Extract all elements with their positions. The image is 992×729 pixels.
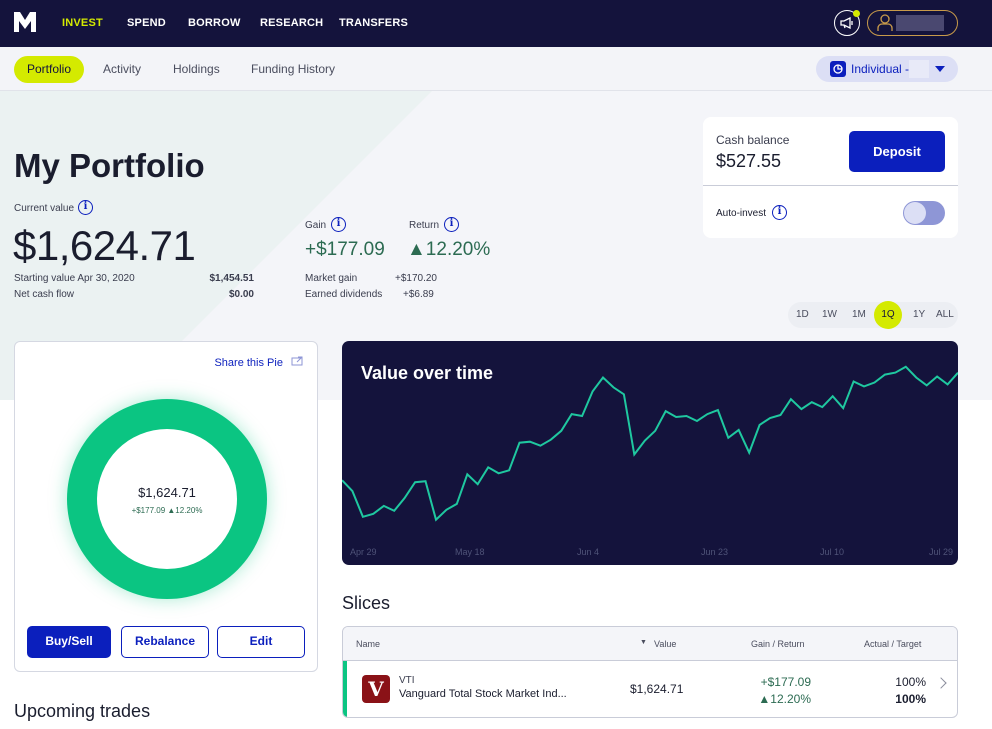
share-pie-label: Share this Pie (214, 357, 283, 369)
column-actual-target[interactable]: Actual / Target (864, 639, 921, 649)
share-pie-link[interactable]: Share this Pie (214, 356, 303, 369)
x-tick-label: Jun 23 (701, 547, 728, 557)
pie-center: $1,624.71 +$177.09 ▲12.20% (97, 429, 237, 569)
market-gain-value: +$170.20 (395, 273, 437, 284)
slice-value: $1,624.71 (630, 682, 684, 696)
sort-desc-icon: ▼ (640, 639, 647, 646)
x-tick-label: Jul 29 (929, 547, 953, 557)
range-all[interactable]: ALL (936, 309, 954, 320)
market-gain-label: Market gain (305, 273, 358, 284)
pie-center-value: $1,624.71 (138, 485, 196, 500)
slices-title: Slices (342, 593, 391, 613)
profile-button[interactable] (867, 10, 958, 36)
megaphone-icon (840, 17, 853, 29)
info-icon[interactable]: i (444, 217, 459, 232)
cash-balance-label: Cash balance (716, 133, 790, 147)
earned-dividends-value: +$6.89 (403, 289, 434, 300)
range-1q[interactable]: 1Q (874, 301, 902, 329)
buy-sell-button[interactable]: Buy/Sell (27, 626, 111, 658)
info-icon[interactable]: i (331, 217, 346, 232)
notification-dot (853, 10, 860, 17)
nav-spend[interactable]: SPEND (127, 17, 166, 29)
sub-navigation: Portfolio Activity Holdings Funding Hist… (0, 47, 992, 91)
share-icon (291, 356, 303, 366)
value-line (342, 365, 958, 522)
edit-button[interactable]: Edit (217, 626, 305, 658)
current-value-label: Current value (14, 203, 75, 214)
slice-return: ▲12.20% (758, 692, 811, 706)
column-name[interactable]: Name (356, 639, 380, 649)
return-value: ▲12.20% (407, 239, 491, 260)
chevron-right-icon[interactable] (935, 677, 947, 689)
x-tick-label: Jul 10 (820, 547, 844, 557)
upcoming-trades-title: Upcoming trades (14, 701, 151, 721)
tab-funding-history[interactable]: Funding History (238, 56, 348, 83)
tab-activity[interactable]: Activity (90, 56, 154, 83)
redacted-account-number (909, 60, 929, 78)
pie-card: Share this Pie $1,624.71 +$177.09 ▲12.20… (14, 341, 318, 672)
auto-invest-label: Auto-invest (716, 208, 767, 219)
current-value: $1,624.71 (13, 222, 196, 269)
x-tick-label: Apr 29 (350, 547, 377, 557)
slice-name: Vanguard Total Stock Market Ind... (399, 688, 567, 700)
gain-label: Gain (305, 220, 327, 231)
return-label: Return (409, 220, 440, 231)
x-tick-label: Jun 4 (577, 547, 599, 557)
starting-value: $1,454.51 (209, 273, 255, 284)
pie-center-gain: +$177.09 ▲12.20% (131, 506, 203, 515)
pie-account-icon (830, 61, 846, 77)
tab-holdings[interactable]: Holdings (160, 56, 233, 83)
range-1m[interactable]: 1M (852, 309, 866, 320)
account-selector[interactable]: Individual - (816, 56, 958, 82)
nav-borrow[interactable]: BORROW (188, 17, 241, 29)
deposit-button[interactable]: Deposit (849, 131, 945, 172)
auto-invest-toggle[interactable] (903, 201, 945, 225)
nav-research[interactable]: RESEARCH (260, 17, 323, 29)
slice-ticker: VTI (399, 675, 415, 686)
info-icon[interactable]: i (772, 205, 787, 220)
info-icon[interactable]: i (78, 200, 93, 215)
toggle-knob (904, 202, 926, 224)
chart-plot: Apr 29 May 18 Jun 4 Jun 23 Jul 10 Jul 29 (342, 365, 958, 557)
account-name: Individual - (851, 62, 910, 76)
range-1y[interactable]: 1Y (913, 309, 925, 320)
user-icon (877, 14, 893, 31)
top-navigation: INVEST SPEND BORROW RESEARCH TRANSFERS (0, 0, 992, 47)
slices-table: Name ▼ Value Gain / Return Actual / Targ… (342, 626, 958, 718)
slice-gain: +$177.09 (760, 675, 811, 689)
nav-invest[interactable]: INVEST (62, 17, 103, 29)
announcements-button[interactable] (834, 10, 860, 36)
redacted-username (896, 15, 944, 31)
divider (703, 185, 958, 186)
nav-transfers[interactable]: TRANSFERS (339, 17, 408, 29)
earned-dividends-label: Earned dividends (305, 289, 383, 300)
gain-value: +$177.09 (305, 239, 385, 260)
cash-balance-card: Cash balance $527.55 Deposit Auto-invest… (703, 117, 958, 238)
net-cash-flow-label: Net cash flow (14, 289, 75, 300)
cash-balance-value: $527.55 (716, 151, 782, 171)
slice-actual: 100% (895, 675, 926, 689)
vanguard-logo-icon: V (362, 675, 390, 703)
tab-portfolio[interactable]: Portfolio (14, 56, 85, 83)
slice-color-bar (343, 661, 347, 717)
column-value[interactable]: Value (654, 639, 676, 649)
rebalance-button[interactable]: Rebalance (121, 626, 209, 658)
starting-value-label: Starting value Apr 30, 2020 (14, 273, 135, 284)
range-1w[interactable]: 1W (822, 309, 837, 320)
pie-donut-chart[interactable]: $1,624.71 +$177.09 ▲12.20% (67, 399, 267, 599)
time-range-selector: 1D 1W 1M 1Q 1Y ALL (788, 301, 958, 329)
x-tick-label: May 18 (455, 547, 485, 557)
column-gain-return[interactable]: Gain / Return (751, 639, 805, 649)
page-title: My Portfolio (14, 147, 205, 184)
slice-target: 100% (895, 692, 926, 706)
m1-logo-icon[interactable] (14, 12, 36, 32)
table-row[interactable]: V VTI Vanguard Total Stock Market Ind...… (343, 661, 957, 717)
value-over-time-chart[interactable]: Value over time Apr 29 May 18 Jun 4 Jun 23 J… (342, 341, 958, 565)
range-1d[interactable]: 1D (796, 309, 809, 320)
table-header: Name ▼ Value Gain / Return Actual / Targ… (343, 627, 957, 661)
net-cash-flow: $0.00 (228, 289, 254, 300)
chevron-down-icon (935, 66, 945, 72)
